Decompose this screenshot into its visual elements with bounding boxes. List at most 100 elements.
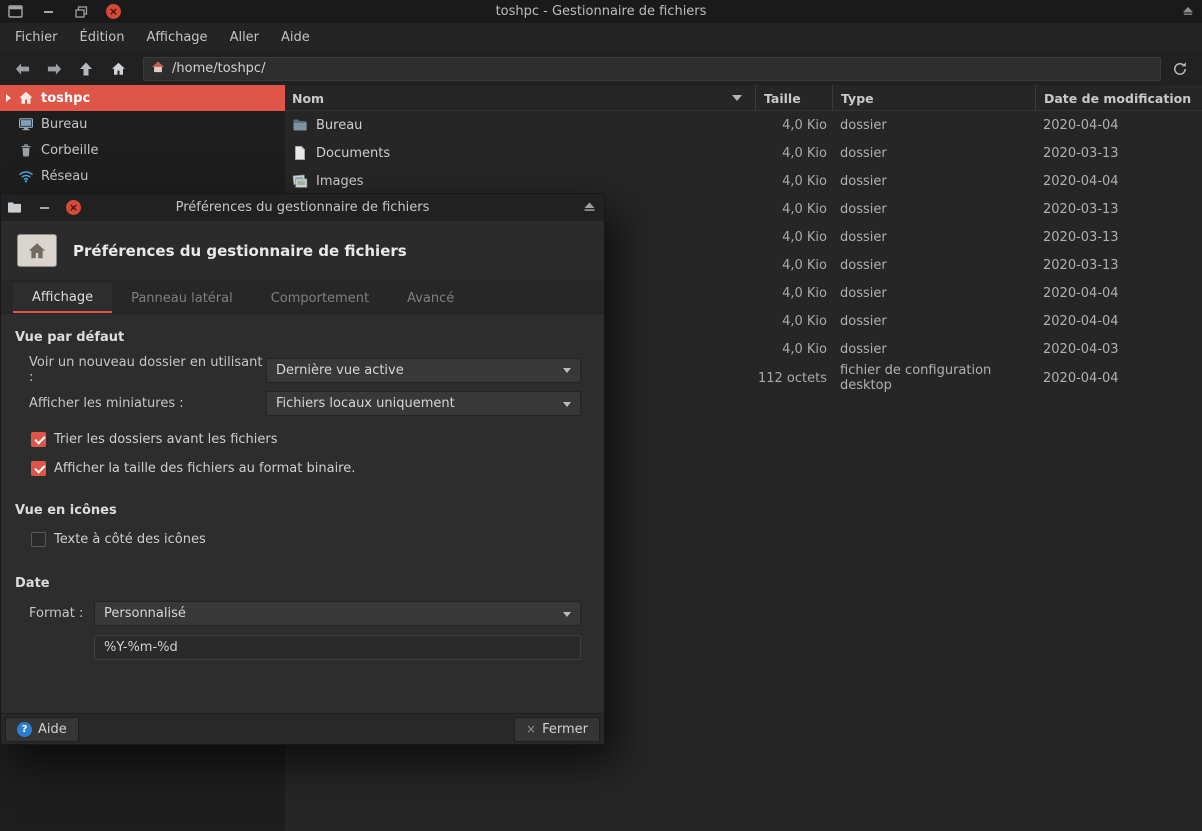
sidebar-item-reseau[interactable]: Réseau — [0, 163, 285, 189]
file-type: dossier — [832, 258, 1035, 273]
sidebar-label: toshpc — [41, 91, 90, 106]
tab-affichage[interactable]: Affichage — [13, 283, 112, 313]
trash-icon — [18, 142, 34, 158]
date-format-select[interactable]: Personnalisé — [94, 601, 581, 626]
sort-folders-checkbox[interactable] — [31, 432, 46, 447]
new-folder-view-select[interactable]: Dernière vue active — [266, 358, 581, 383]
file-type: dossier — [832, 230, 1035, 245]
section-icon-view: Vue en icônes — [15, 503, 604, 518]
dialog-footer: ? Aide × Fermer — [1, 713, 604, 744]
sidebar-label: Bureau — [41, 117, 87, 132]
file-modified: 2020-03-13 — [1035, 202, 1202, 217]
sort-folders-label: Trier les dossiers avant les fichiers — [54, 432, 278, 447]
path-bar[interactable]: /home/toshpc/ — [143, 57, 1161, 81]
path-text: /home/toshpc/ — [172, 61, 265, 76]
help-icon: ? — [17, 722, 32, 737]
menu-affichage[interactable]: Affichage — [135, 25, 218, 50]
toolbar: /home/toshpc/ — [0, 52, 1202, 85]
document-icon — [292, 145, 308, 161]
file-modified: 2020-03-13 — [1035, 258, 1202, 273]
forward-button[interactable] — [41, 57, 67, 81]
sidebar-label: Réseau — [41, 169, 88, 184]
file-size: 4,0 Kio — [755, 286, 832, 301]
path-home-icon — [151, 60, 165, 78]
sidebar-item-corbeille[interactable]: Corbeille — [0, 137, 285, 163]
custom-date-format-input[interactable] — [94, 635, 581, 660]
window-menu-icon[interactable] — [7, 4, 23, 20]
file-size: 4,0 Kio — [755, 258, 832, 273]
new-folder-view-label: Voir un nouveau dossier en utilisant : — [29, 355, 266, 385]
file-type: dossier — [832, 314, 1035, 329]
dialog-body: Vue par défaut Voir un nouveau dossier e… — [1, 314, 604, 713]
dialog-app-icon — [6, 200, 22, 216]
help-button[interactable]: ? Aide — [5, 717, 79, 742]
column-header-modified[interactable]: Date de modification — [1035, 85, 1202, 111]
display-icon — [18, 116, 34, 132]
binary-size-label: Afficher la taille des fichiers au forma… — [54, 461, 355, 476]
file-row[interactable]: Images 4,0 Kio dossier 2020-04-04 — [285, 167, 1202, 195]
dialog-shade-icon[interactable] — [583, 201, 596, 217]
sidebar-item-toshpc[interactable]: toshpc — [0, 85, 285, 111]
column-header-name[interactable]: Nom — [285, 85, 755, 111]
file-list-header: Nom Taille Type Date de modification — [285, 85, 1202, 111]
text-beside-icons-checkbox[interactable] — [31, 532, 46, 547]
column-header-size[interactable]: Taille — [755, 85, 832, 111]
file-size: 4,0 Kio — [755, 314, 832, 329]
file-modified: 2020-03-13 — [1035, 146, 1202, 161]
file-type: dossier — [832, 174, 1035, 189]
file-name: Bureau — [316, 118, 362, 133]
file-row[interactable]: Bureau 4,0 Kio dossier 2020-04-04 — [285, 111, 1202, 139]
wifi-icon — [18, 168, 34, 184]
menu-edition[interactable]: Édition — [69, 25, 136, 50]
refresh-icon[interactable] — [1167, 57, 1193, 81]
menubar: Fichier Édition Affichage Aller Aide — [0, 23, 1202, 52]
file-size: 4,0 Kio — [755, 230, 832, 245]
preferences-dialog: × Préférences du gestionnaire de fichier… — [0, 193, 605, 745]
dialog-title: Préférences du gestionnaire de fichiers — [1, 200, 604, 215]
sidebar-label: Corbeille — [41, 143, 98, 158]
menu-aide[interactable]: Aide — [270, 25, 321, 50]
file-type: fichier de configuration desktop — [832, 363, 1035, 393]
up-button[interactable] — [73, 57, 99, 81]
minimize-button[interactable] — [40, 4, 56, 20]
home-button[interactable] — [105, 57, 131, 81]
file-type: dossier — [832, 146, 1035, 161]
folder-icon — [292, 117, 308, 133]
file-modified: 2020-03-13 — [1035, 230, 1202, 245]
sort-arrow-icon[interactable] — [732, 95, 742, 101]
close-x-icon: × — [526, 723, 536, 735]
expander-icon[interactable] — [6, 94, 11, 102]
thumbnails-select[interactable]: Fichiers locaux uniquement — [266, 391, 581, 416]
binary-size-checkbox[interactable] — [31, 461, 46, 476]
file-type: dossier — [832, 342, 1035, 357]
column-header-type[interactable]: Type — [832, 85, 1035, 111]
dialog-header-title: Préférences du gestionnaire de fichiers — [73, 242, 407, 260]
dialog-close-icon[interactable]: × — [66, 200, 81, 215]
thumbnails-label: Afficher les miniatures : — [29, 396, 266, 411]
dialog-minimize-button[interactable] — [36, 200, 52, 216]
shade-icon[interactable] — [1182, 5, 1194, 20]
preferences-home-icon — [17, 234, 57, 267]
file-modified: 2020-04-04 — [1035, 118, 1202, 133]
tab-panneau-lateral[interactable]: Panneau latéral — [112, 283, 252, 313]
file-size: 4,0 Kio — [755, 342, 832, 357]
restore-button[interactable] — [73, 4, 89, 20]
file-size: 4,0 Kio — [755, 174, 832, 189]
file-row[interactable]: Documents 4,0 Kio dossier 2020-03-13 — [285, 139, 1202, 167]
close-button[interactable]: × — [106, 4, 121, 19]
window-title: toshpc - Gestionnaire de fichiers — [0, 4, 1202, 19]
tab-comportement[interactable]: Comportement — [252, 283, 388, 313]
section-default-view: Vue par défaut — [15, 330, 604, 345]
file-modified: 2020-04-04 — [1035, 174, 1202, 189]
back-button[interactable] — [9, 57, 35, 81]
close-dialog-button[interactable]: × Fermer — [514, 717, 600, 742]
file-size: 112 octets — [755, 371, 832, 386]
file-modified: 2020-04-04 — [1035, 371, 1202, 386]
menu-fichier[interactable]: Fichier — [4, 25, 69, 50]
menu-aller[interactable]: Aller — [219, 25, 270, 50]
dialog-titlebar: × Préférences du gestionnaire de fichier… — [1, 194, 604, 221]
file-modified: 2020-04-03 — [1035, 342, 1202, 357]
file-type: dossier — [832, 202, 1035, 217]
sidebar-item-bureau[interactable]: Bureau — [0, 111, 285, 137]
tab-avance[interactable]: Avancé — [388, 283, 473, 313]
